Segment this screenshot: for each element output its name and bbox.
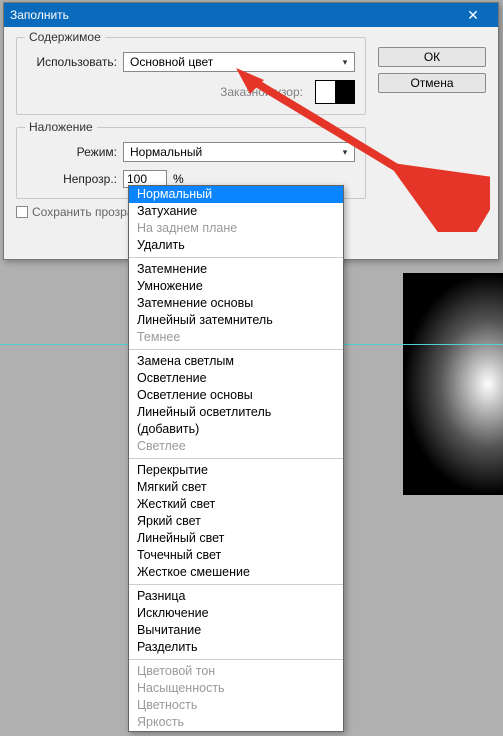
dropdown-item[interactable]: Затемнение основы — [129, 295, 343, 312]
mode-dropdown[interactable]: НормальныйЗатуханиеНа заднем планеУдалит… — [128, 185, 344, 732]
swatch-right — [335, 81, 354, 103]
dropdown-item[interactable]: Исключение — [129, 605, 343, 622]
mode-combo[interactable]: Нормальный ▾ — [123, 142, 355, 162]
chevron-down-icon: ▾ — [338, 145, 352, 159]
dropdown-item[interactable]: Точечный свет — [129, 547, 343, 564]
close-button[interactable]: ✕ — [454, 3, 492, 27]
dropdown-item[interactable]: Затемнение — [129, 261, 343, 278]
content-group-title: Содержимое — [25, 30, 105, 44]
dropdown-separator — [129, 349, 343, 350]
mode-combo-value: Нормальный — [130, 145, 202, 159]
use-combo[interactable]: Основной цвет ▾ — [123, 52, 355, 72]
dropdown-item[interactable]: Осветление основы — [129, 387, 343, 404]
mode-label: Режим: — [27, 145, 117, 159]
dropdown-item[interactable]: Жесткий свет — [129, 496, 343, 513]
dropdown-item[interactable]: Замена светлым — [129, 353, 343, 370]
dropdown-item: Цветовой тон — [129, 663, 343, 680]
dropdown-item: Темнее — [129, 329, 343, 346]
checkbox-box — [16, 206, 28, 218]
use-label: Использовать: — [27, 55, 117, 69]
dropdown-item: На заднем плане — [129, 220, 343, 237]
dropdown-separator — [129, 659, 343, 660]
ok-button[interactable]: ОК — [378, 47, 486, 67]
dropdown-item[interactable]: Мягкий свет — [129, 479, 343, 496]
dropdown-item[interactable]: Разница — [129, 588, 343, 605]
custom-pattern-label: Заказной узор: — [220, 85, 303, 99]
dropdown-separator — [129, 584, 343, 585]
pattern-swatch[interactable] — [315, 80, 355, 104]
dropdown-item[interactable]: Перекрытие — [129, 462, 343, 479]
use-combo-value: Основной цвет — [130, 55, 213, 69]
dropdown-item[interactable]: Вычитание — [129, 622, 343, 639]
dropdown-item[interactable]: Линейный свет — [129, 530, 343, 547]
dropdown-separator — [129, 458, 343, 459]
canvas-preview — [403, 273, 503, 495]
dropdown-separator — [129, 257, 343, 258]
dropdown-item[interactable]: Умножение — [129, 278, 343, 295]
dropdown-item: Яркость — [129, 714, 343, 731]
blend-group-title: Наложение — [25, 120, 97, 134]
swatch-left — [316, 81, 335, 103]
chevron-down-icon: ▾ — [338, 55, 352, 69]
dropdown-item[interactable]: Линейный осветлитель (добавить) — [129, 404, 343, 438]
dropdown-item[interactable]: Затухание — [129, 203, 343, 220]
dropdown-item: Цветность — [129, 697, 343, 714]
dropdown-item[interactable]: Разделить — [129, 639, 343, 656]
dropdown-item[interactable]: Жесткое смешение — [129, 564, 343, 581]
dropdown-item[interactable]: Нормальный — [129, 186, 343, 203]
dropdown-item[interactable]: Удалить — [129, 237, 343, 254]
cancel-button[interactable]: Отмена — [378, 73, 486, 93]
dropdown-item[interactable]: Линейный затемнитель — [129, 312, 343, 329]
titlebar: Заполнить ✕ — [4, 3, 498, 27]
content-group: Содержимое Использовать: Основной цвет ▾… — [16, 37, 366, 115]
dropdown-item: Светлее — [129, 438, 343, 455]
dialog-title: Заполнить — [10, 3, 69, 27]
opacity-unit: % — [173, 172, 184, 186]
opacity-label: Непрозр.: — [27, 172, 117, 186]
dropdown-item[interactable]: Яркий свет — [129, 513, 343, 530]
dropdown-item: Насыщенность — [129, 680, 343, 697]
dropdown-item[interactable]: Осветление — [129, 370, 343, 387]
